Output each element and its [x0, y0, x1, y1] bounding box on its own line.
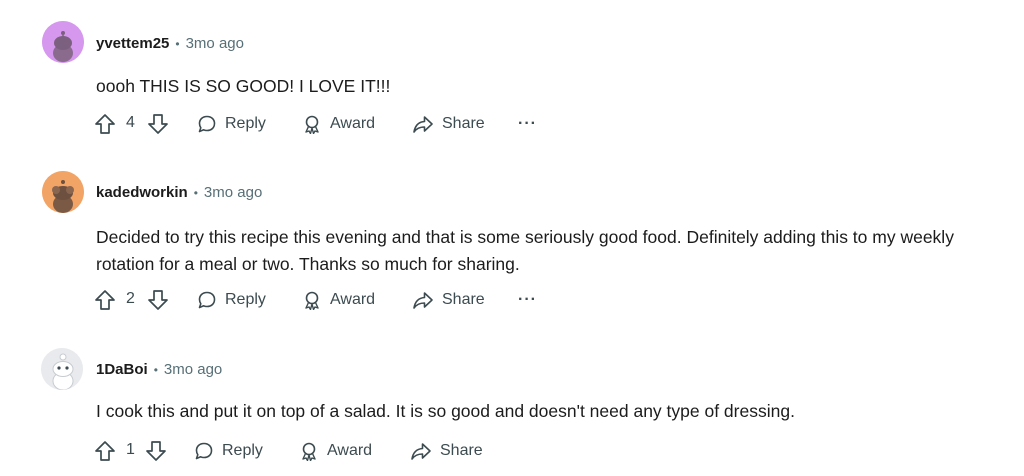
downvote-icon — [148, 114, 168, 134]
upvote-icon — [95, 290, 115, 310]
share-label: Share — [442, 115, 485, 132]
downvote-button[interactable] — [147, 285, 169, 315]
reply-label: Reply — [225, 115, 266, 132]
vote-count: 1 — [126, 441, 135, 458]
comment-meta: 1DaBoi • 3mo ago — [96, 361, 222, 378]
more-options-button[interactable]: ··· — [518, 109, 537, 139]
award-icon — [302, 442, 316, 461]
downvote-button[interactable] — [145, 436, 167, 466]
more-options-button[interactable]: ··· — [518, 285, 537, 315]
snoo-avatar-icon — [42, 171, 84, 213]
award-button[interactable]: Award — [299, 436, 372, 466]
share-button[interactable]: Share — [412, 285, 485, 315]
share-button[interactable]: Share — [410, 436, 483, 466]
avatar[interactable] — [42, 21, 84, 63]
timestamp[interactable]: 3mo ago — [164, 361, 222, 378]
avatar[interactable] — [41, 348, 83, 390]
reply-icon — [198, 115, 216, 133]
upvote-button[interactable] — [94, 285, 116, 315]
comment: 1DaBoi • 3mo ago I cook this and put it … — [0, 330, 1024, 476]
award-icon — [305, 291, 319, 310]
comment: yvettem25 • 3mo ago oooh THIS IS SO GOOD… — [0, 0, 1024, 150]
username[interactable]: yvettem25 — [96, 35, 169, 52]
meta-separator: • — [175, 36, 180, 51]
share-button[interactable]: Share — [412, 109, 485, 139]
avatar[interactable] — [42, 171, 84, 213]
upvote-button[interactable] — [94, 109, 116, 139]
award-label: Award — [330, 115, 376, 132]
reply-button[interactable]: Reply — [194, 436, 263, 466]
downvote-button[interactable] — [147, 109, 169, 139]
upvote-icon — [95, 114, 115, 134]
timestamp[interactable]: 3mo ago — [186, 35, 244, 52]
award-button[interactable]: Award — [302, 109, 375, 139]
vote-count: 2 — [126, 290, 135, 307]
share-label: Share — [440, 442, 483, 459]
comment-body: oooh THIS IS SO GOOD! I LOVE IT!!! — [96, 76, 391, 96]
award-icon — [305, 115, 319, 134]
reply-icon — [198, 291, 216, 309]
action-bar: 1 Reply Award Share — [94, 436, 554, 466]
comment-body: I cook this and put it on top of a salad… — [96, 401, 795, 421]
meta-separator: • — [193, 185, 198, 200]
username[interactable]: 1DaBoi — [96, 361, 148, 378]
reply-label: Reply — [222, 442, 263, 459]
reply-label: Reply — [225, 291, 266, 308]
comment: kadedworkin • 3mo ago Decided to try thi… — [0, 150, 1024, 330]
action-bar: 4 Reply Award Share ··· — [94, 109, 554, 139]
share-label: Share — [442, 291, 485, 308]
comment-meta: kadedworkin • 3mo ago — [96, 184, 262, 201]
reply-button[interactable]: Reply — [197, 109, 266, 139]
snoo-avatar-icon — [41, 348, 83, 390]
upvote-button[interactable] — [94, 436, 116, 466]
reply-icon — [195, 442, 213, 460]
timestamp[interactable]: 3mo ago — [204, 184, 262, 201]
upvote-icon — [95, 441, 115, 461]
share-icon — [411, 443, 431, 460]
username[interactable]: kadedworkin — [96, 184, 188, 201]
snoo-avatar-icon — [42, 21, 84, 63]
downvote-icon — [146, 441, 166, 461]
share-icon — [413, 116, 433, 133]
comment-meta: yvettem25 • 3mo ago — [96, 35, 244, 52]
reply-button[interactable]: Reply — [197, 285, 266, 315]
share-icon — [413, 292, 433, 309]
comment-body: Decided to try this recipe this evening … — [96, 227, 954, 274]
award-button[interactable]: Award — [302, 285, 375, 315]
vote-count: 4 — [126, 114, 135, 131]
downvote-icon — [148, 290, 168, 310]
action-bar: 2 Reply Award Share ··· — [94, 285, 554, 315]
award-label: Award — [327, 442, 373, 459]
award-label: Award — [330, 291, 376, 308]
meta-separator: • — [153, 362, 158, 377]
